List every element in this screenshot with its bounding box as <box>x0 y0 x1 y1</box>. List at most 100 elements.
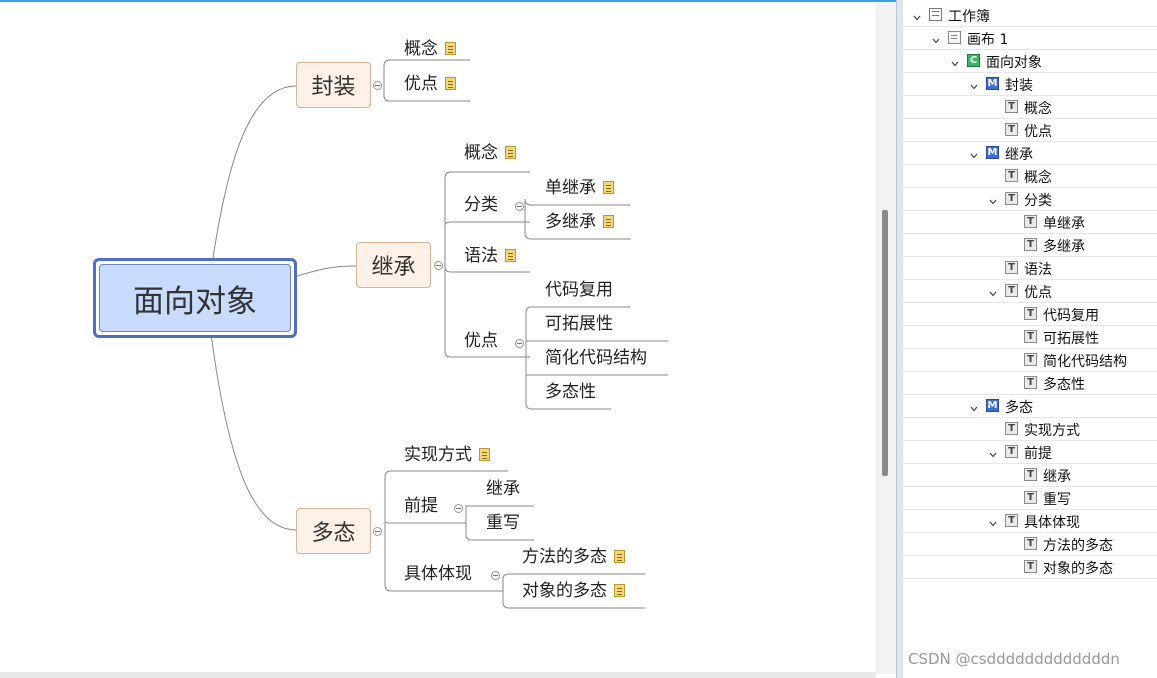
outline-item-method-polymorphism[interactable]: T 方法的多态 <box>903 533 1157 556</box>
collapse-icon[interactable] <box>373 81 382 90</box>
topic-method-polymorphism[interactable]: 方法的多态 <box>522 546 625 568</box>
note-icon[interactable] <box>505 146 516 159</box>
outline-item-multiple-inheritance[interactable]: T 多继承 <box>903 234 1157 257</box>
note-icon[interactable] <box>603 215 614 228</box>
outline-item-object-polymorphism[interactable]: T 对象的多态 <box>903 556 1157 579</box>
main-topic-encapsulation[interactable]: 封装 <box>296 62 371 108</box>
topic-implementation[interactable]: 实现方式 <box>404 444 490 466</box>
chevron-down-icon[interactable] <box>989 194 997 205</box>
topic-icon: T <box>1024 307 1037 320</box>
note-icon[interactable] <box>505 249 516 262</box>
topic-icon: T <box>1005 514 1018 527</box>
outline-item-label: 简化代码结构 <box>1043 354 1127 370</box>
topic-label: 概念 <box>464 143 498 163</box>
topic-premise[interactable]: 前提 <box>404 495 438 517</box>
topic-icon: T <box>1024 491 1037 504</box>
outline-item-inherit-category[interactable]: T 分类 <box>903 188 1157 211</box>
chevron-down-icon[interactable] <box>989 447 997 458</box>
collapse-icon[interactable] <box>373 527 382 536</box>
outline-item-workbook[interactable]: 工作簿 <box>903 4 1157 27</box>
outline-item-implementation[interactable]: T 实现方式 <box>903 418 1157 441</box>
outline-item-extensibility[interactable]: T 可拓展性 <box>903 326 1157 349</box>
note-icon[interactable] <box>445 77 456 90</box>
outline-item-root[interactable]: C 面向对象 <box>903 50 1157 73</box>
topic-label: 具体体现 <box>404 564 472 584</box>
topic-icon: T <box>1005 100 1018 113</box>
horizontal-scrollbar[interactable] <box>0 672 876 678</box>
topic-single-inheritance[interactable]: 单继承 <box>545 177 614 199</box>
chevron-down-icon[interactable] <box>932 33 940 44</box>
outline-item-label: 继承 <box>1043 469 1071 485</box>
outline-item-polymorphism-property[interactable]: T 多态性 <box>903 372 1157 395</box>
mindmap-canvas[interactable]: 面向对象 封装 概念 优点 继承 概念 分类 单继承 多继承 语法 优点 代码复… <box>0 2 897 678</box>
note-icon[interactable] <box>614 550 625 563</box>
note-icon[interactable] <box>614 584 625 597</box>
outline-item-sheet[interactable]: 画布 1 <box>903 27 1157 50</box>
topic-inherit-category[interactable]: 分类 <box>464 194 498 216</box>
outline-item-label: 画布 1 <box>967 32 1009 48</box>
outline-item-encap-concept[interactable]: T 概念 <box>903 96 1157 119</box>
outline-item-label: 概念 <box>1024 101 1052 117</box>
outline-item-label: 重写 <box>1043 492 1071 508</box>
vertical-scrollbar-thumb[interactable] <box>882 210 888 476</box>
outline-item-premise-inherit[interactable]: T 继承 <box>903 464 1157 487</box>
note-icon[interactable] <box>603 181 614 194</box>
outline-item-manifestation[interactable]: T 具体体现 <box>903 510 1157 533</box>
outline-item-code-reuse[interactable]: T 代码复用 <box>903 303 1157 326</box>
chevron-down-icon[interactable] <box>913 10 921 21</box>
collapse-icon[interactable] <box>454 504 463 513</box>
outline-item-encap[interactable]: M 封装 <box>903 73 1157 96</box>
main-topic-inheritance[interactable]: 继承 <box>356 242 431 288</box>
collapse-icon[interactable] <box>491 571 500 580</box>
outline-item-label: 前提 <box>1024 446 1052 462</box>
topic-code-reuse[interactable]: 代码复用 <box>545 279 613 301</box>
outline-item-label: 具体体现 <box>1024 515 1080 531</box>
chevron-down-icon[interactable] <box>970 79 978 90</box>
topic-inherit-syntax[interactable]: 语法 <box>464 245 516 267</box>
chevron-down-icon[interactable] <box>970 148 978 159</box>
chevron-down-icon[interactable] <box>951 56 959 67</box>
main-topic-icon: M <box>986 77 999 90</box>
outline-item-label: 概念 <box>1024 170 1052 186</box>
topic-premise-inherit[interactable]: 继承 <box>486 478 520 500</box>
topic-simplify-structure[interactable]: 简化代码结构 <box>545 347 647 369</box>
chevron-down-icon[interactable] <box>989 516 997 527</box>
outline-item-premise[interactable]: T 前提 <box>903 441 1157 464</box>
outline-item-single-inheritance[interactable]: T 单继承 <box>903 211 1157 234</box>
outline-item-simplify-structure[interactable]: T 简化代码结构 <box>903 349 1157 372</box>
topic-multiple-inheritance[interactable]: 多继承 <box>545 211 614 233</box>
topic-encap-advantage[interactable]: 优点 <box>404 73 456 95</box>
central-topic-icon: C <box>967 54 980 67</box>
note-icon[interactable] <box>479 448 490 461</box>
panel-splitter[interactable] <box>896 0 903 678</box>
topic-label: 对象的多态 <box>522 581 607 601</box>
central-topic[interactable]: 面向对象 <box>93 258 297 338</box>
outline-item-inherit[interactable]: M 继承 <box>903 142 1157 165</box>
topic-extensibility[interactable]: 可拓展性 <box>545 313 613 335</box>
topic-inherit-concept[interactable]: 概念 <box>464 142 516 164</box>
topic-icon: T <box>1024 215 1037 228</box>
chevron-down-icon[interactable] <box>970 401 978 412</box>
outline-item-inherit-advantage[interactable]: T 优点 <box>903 280 1157 303</box>
outline-item-inherit-concept[interactable]: T 概念 <box>903 165 1157 188</box>
watermark: CSDN @csdddddddddddddn <box>908 650 1120 668</box>
main-topic-icon: M <box>986 146 999 159</box>
topic-inherit-advantage[interactable]: 优点 <box>464 330 498 352</box>
topic-label: 多继承 <box>545 212 596 232</box>
outline-item-polymorphism[interactable]: M 多态 <box>903 395 1157 418</box>
outline-item-encap-advantage[interactable]: T 优点 <box>903 119 1157 142</box>
topic-manifestation[interactable]: 具体体现 <box>404 563 472 585</box>
collapse-icon[interactable] <box>434 261 443 270</box>
topic-polymorphism-property[interactable]: 多态性 <box>545 381 596 403</box>
topic-object-polymorphism[interactable]: 对象的多态 <box>522 580 625 602</box>
collapse-icon[interactable] <box>515 202 524 211</box>
topic-encap-concept[interactable]: 概念 <box>404 38 456 60</box>
main-topic-polymorphism[interactable]: 多态 <box>296 508 371 554</box>
outline-item-premise-override[interactable]: T 重写 <box>903 487 1157 510</box>
note-icon[interactable] <box>445 42 456 55</box>
outline-item-inherit-syntax[interactable]: T 语法 <box>903 257 1157 280</box>
collapse-icon[interactable] <box>515 339 524 348</box>
topic-icon: T <box>1005 422 1018 435</box>
topic-premise-override[interactable]: 重写 <box>486 512 520 534</box>
chevron-down-icon[interactable] <box>989 286 997 297</box>
